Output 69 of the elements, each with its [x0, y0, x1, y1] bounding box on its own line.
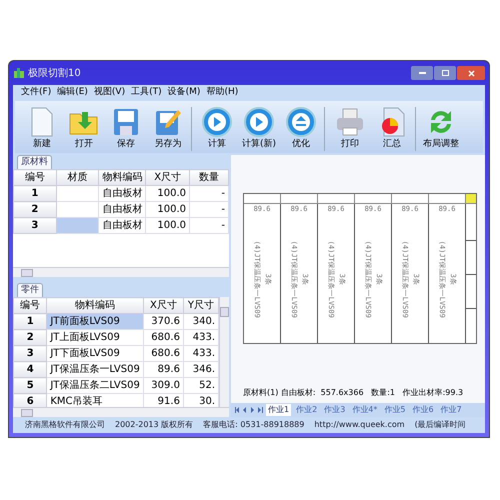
menu-item[interactable]: 视图(V) [94, 86, 126, 100]
status-text: (最后编译时间 [414, 419, 466, 431]
toolbar-button[interactable]: 打开 [65, 106, 103, 151]
row-number: 1 [14, 314, 47, 330]
toolbar-button[interactable]: 计算 [198, 106, 236, 151]
column-header[interactable]: Y尺寸 [183, 298, 218, 314]
table-cell[interactable]: JT上面板LVS09 [46, 330, 144, 346]
job-tab[interactable]: 作业2 [294, 404, 320, 416]
toolbar-button[interactable]: 优化 [282, 106, 320, 151]
toolbar-button[interactable]: 另存为 [149, 106, 187, 151]
table-cell[interactable]: 100.0 [146, 186, 190, 202]
job-tab[interactable]: 作业3 [322, 404, 348, 416]
column-header[interactable]: X尺寸 [146, 170, 190, 186]
column-header[interactable]: 物料编码 [46, 298, 144, 314]
table-cell[interactable]: JT下面板LVS09 [46, 346, 144, 362]
row-number: 5 [14, 378, 47, 394]
row-number: 3 [14, 346, 47, 362]
status-text: 客服电话: 0531-88918889 [203, 419, 304, 431]
toolbar-button[interactable]: 汇总 [373, 106, 411, 151]
table-cell[interactable]: 370.6 [143, 314, 184, 330]
column-header[interactable]: 数量 [190, 170, 228, 186]
table-cell[interactable]: 自由板材 [98, 186, 146, 202]
row-number: 1 [14, 186, 56, 202]
table-cell[interactable]: 309.0 [143, 378, 184, 394]
job-tab[interactable]: 作业1 [266, 404, 292, 416]
row-number: 2 [14, 330, 47, 346]
table-cell[interactable]: 自由板材 [98, 218, 146, 234]
row-number: 3 [14, 218, 56, 234]
status-text: 2002-2013 版权所有 [115, 419, 194, 431]
table-cell[interactable]: - [190, 218, 228, 234]
column-header[interactable]: 编号 [14, 298, 47, 314]
toolbar-button[interactable]: 新建 [23, 106, 61, 151]
table-cell[interactable]: JT保温压条二LVS09 [46, 378, 144, 394]
table-cell[interactable]: 89.6 [143, 362, 184, 378]
table-cell[interactable]: 100.0 [146, 218, 190, 234]
menu-item[interactable]: 工具(T) [131, 86, 162, 100]
table-cell[interactable]: JT保温压条一LVS09 [46, 362, 144, 378]
menu-item[interactable]: 帮助(H) [206, 86, 238, 100]
column-header[interactable]: 物料编码 [98, 170, 146, 186]
panel-tab[interactable]: 零件 [17, 282, 43, 297]
table-cell[interactable]: 680.6 [143, 330, 184, 346]
status-text: 济南黑格软件有限公司 [25, 419, 105, 431]
table-cell[interactable]: 100.0 [146, 202, 190, 218]
column-header[interactable]: 编号 [14, 170, 56, 186]
menu-item[interactable]: 设备(M) [168, 86, 200, 100]
row-number: 4 [14, 362, 47, 378]
toolbar-button[interactable]: 计算(新) [240, 106, 278, 151]
table-cell[interactable]: - [190, 186, 228, 202]
toolbar-button[interactable]: 打印 [331, 106, 369, 151]
status-text: http://www.queek.com [314, 419, 405, 431]
job-tab[interactable]: 作业7 [438, 404, 464, 416]
table-cell[interactable]: 680.6 [143, 346, 184, 362]
column-header[interactable]: X尺寸 [143, 298, 184, 314]
job-tab[interactable]: 作业4* [350, 404, 380, 416]
job-tab[interactable]: 作业5 [382, 404, 408, 416]
column-header[interactable]: 材质 [56, 170, 99, 186]
row-number: 6 [14, 394, 47, 407]
summary-text: 原材料(1) 自由板材: 557.6x366 数量:1 作业出材率:99.3 [243, 387, 464, 399]
window-title: 极限切割10 [28, 66, 81, 80]
table-cell[interactable]: 自由板材 [98, 202, 146, 218]
toolbar-button[interactable]: 布局调整 [422, 106, 460, 151]
menu-item[interactable]: 编辑(E) [57, 86, 88, 100]
menu-item[interactable]: 文件(F) [21, 86, 52, 100]
toolbar-button[interactable]: 保存 [107, 106, 145, 151]
panel-tab[interactable]: 原材料 [17, 154, 52, 169]
job-tab[interactable]: 作业6 [410, 404, 436, 416]
table-cell[interactable]: JT前面板LVS09 [46, 314, 144, 330]
table-cell[interactable]: - [190, 202, 228, 218]
row-number: 2 [14, 202, 56, 218]
